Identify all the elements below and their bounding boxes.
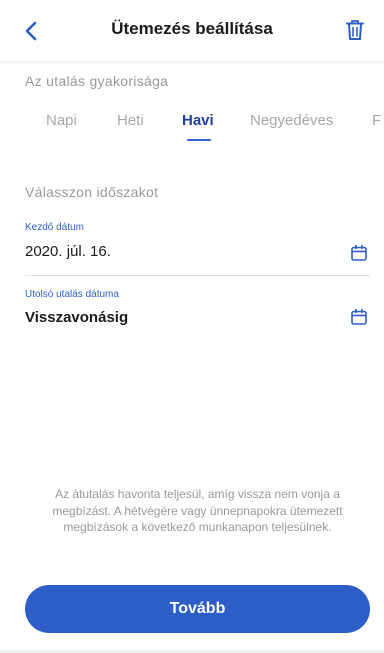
- page-title: Ütemezés beállítása: [111, 19, 273, 38]
- period-label: Válasszon időszakot: [25, 184, 159, 200]
- delete-button[interactable]: [340, 15, 370, 45]
- header-bar: Ütemezés beállítása: [0, 0, 384, 62]
- last-transfer-date-calendar-button[interactable]: [348, 306, 370, 328]
- tab-quarterly[interactable]: Negyedéves: [250, 112, 333, 129]
- start-date-value: 2020. júl. 16.: [25, 243, 111, 260]
- tab-weekly[interactable]: Heti: [117, 112, 144, 129]
- schedule-info-note: Az átutalás havonta teljesül, amíg vissz…: [52, 487, 343, 534]
- start-date-caption: Kezdő dátum: [25, 222, 84, 233]
- start-date-calendar-button[interactable]: [348, 242, 370, 264]
- last-transfer-date-caption: Utolsó utalás dátuma: [25, 289, 119, 300]
- calendar-icon: [351, 308, 367, 325]
- tab-next-partial[interactable]: F: [372, 112, 381, 129]
- selected-tab-indicator: [187, 139, 211, 141]
- calendar-icon: [351, 244, 367, 261]
- trash-icon: [346, 20, 364, 40]
- chevron-left-icon: [25, 21, 37, 41]
- frequency-tabs: Napi Heti Havi Negyedéves F: [0, 112, 384, 146]
- last-transfer-date-field[interactable]: Utolsó utalás dátuma Visszavonásig: [25, 289, 370, 333]
- frequency-label: Az utalás gyakorisága: [25, 73, 169, 89]
- last-transfer-date-value: Visszavonásig: [25, 309, 129, 326]
- tab-monthly[interactable]: Havi: [182, 112, 214, 129]
- schedule-settings-screen: Ütemezés beállítása Az utalás gyakoriság…: [0, 0, 384, 653]
- back-button[interactable]: [16, 16, 46, 46]
- continue-button[interactable]: Tovább: [25, 585, 370, 633]
- start-date-field[interactable]: Kezdő dátum 2020. júl. 16.: [25, 222, 370, 276]
- tab-daily[interactable]: Napi: [46, 112, 77, 129]
